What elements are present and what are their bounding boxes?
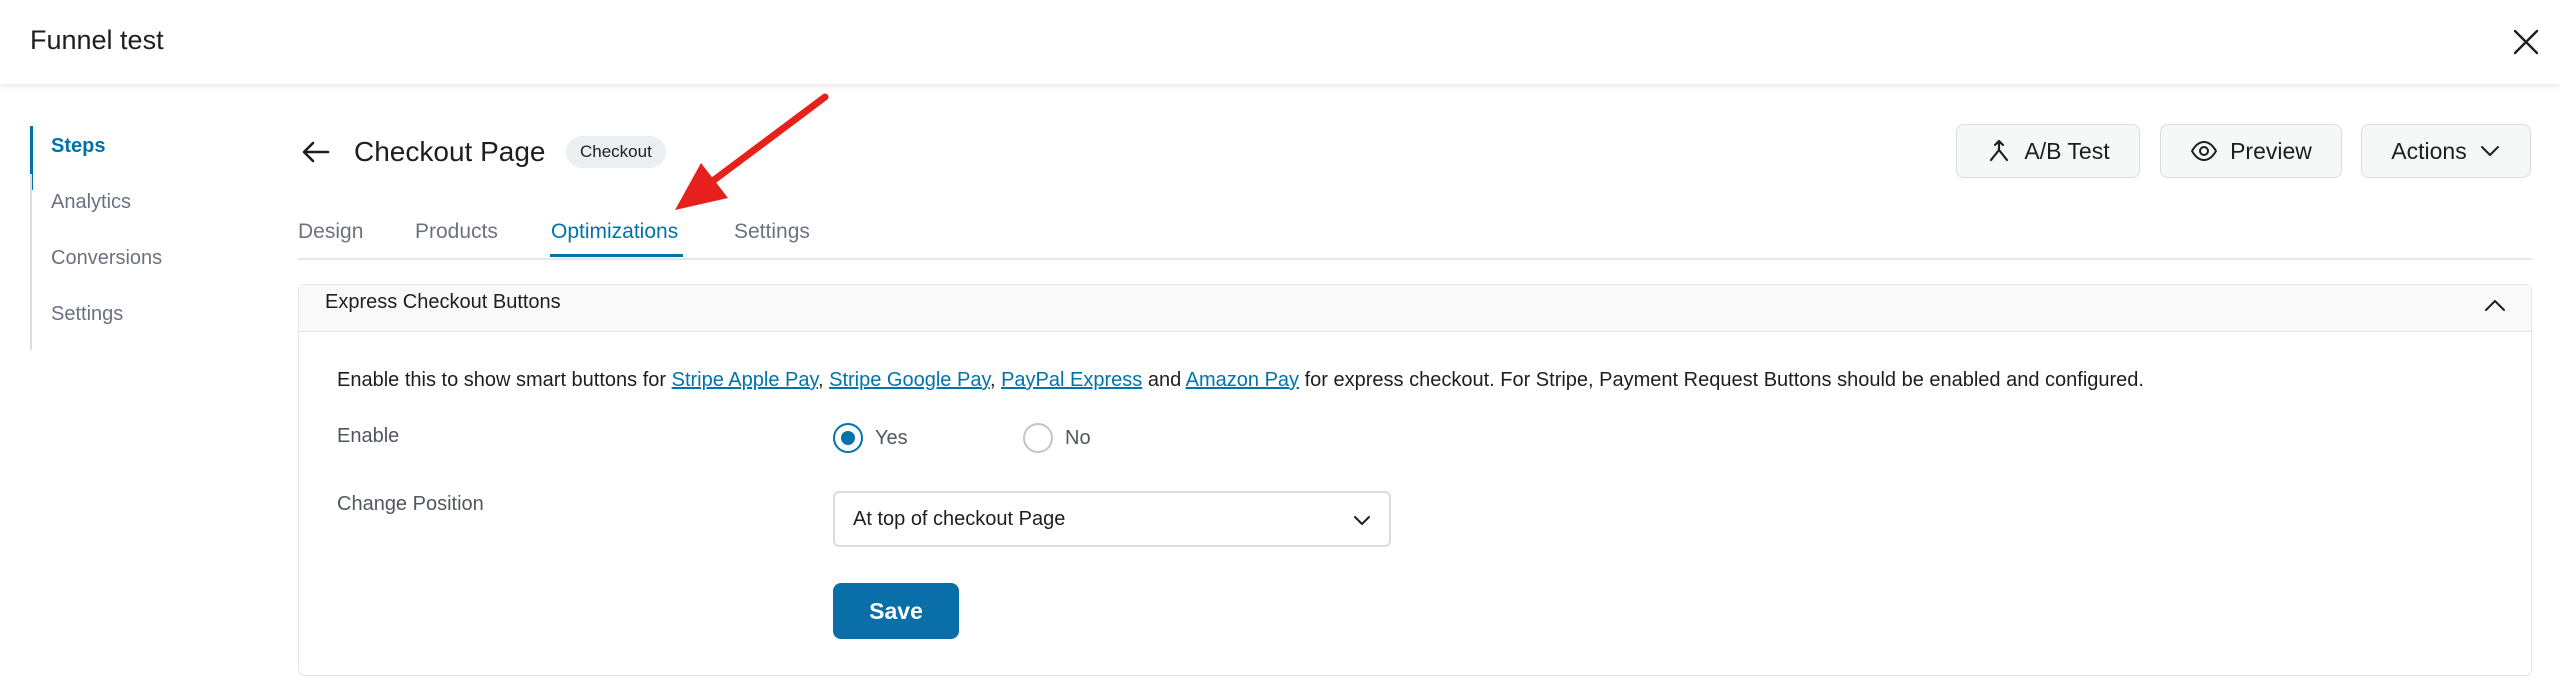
top-bar: Funnel test <box>0 0 2560 85</box>
ab-test-button[interactable]: A/B Test <box>1956 124 2140 178</box>
active-tab-indicator <box>550 254 683 257</box>
preview-label: Preview <box>2230 137 2312 164</box>
amazon-pay-link[interactable]: Amazon Pay <box>1186 369 1299 391</box>
arrow-left-icon <box>302 141 330 163</box>
panel-description: Enable this to show smart buttons for St… <box>337 369 2144 392</box>
sidebar-item-analytics[interactable]: Analytics <box>30 174 230 246</box>
split-icon <box>1990 139 2009 162</box>
paypal-express-link[interactable]: PayPal Express <box>1001 369 1142 391</box>
tabs-divider <box>298 258 2532 260</box>
radio-label-yes: Yes <box>875 426 908 449</box>
radio-checked-icon <box>833 423 863 453</box>
sidebar-item-settings[interactable]: Settings <box>30 286 230 350</box>
tab-design[interactable]: Design <box>298 220 363 244</box>
description-separator: and <box>1142 369 1186 391</box>
stripe-google-pay-link[interactable]: Stripe Google Pay <box>829 369 990 391</box>
chevron-down-icon <box>1354 516 1370 525</box>
change-position-label: Change Position <box>337 493 484 515</box>
chevron-up-icon[interactable] <box>2481 291 2509 319</box>
preview-button[interactable]: Preview <box>2160 124 2342 178</box>
enable-label: Enable <box>337 425 400 447</box>
eye-icon <box>2190 140 2218 162</box>
stripe-apple-pay-link[interactable]: Stripe Apple Pay <box>672 369 818 391</box>
panel-header[interactable]: Express Checkout Buttons <box>299 285 2531 332</box>
app-title: Funnel test <box>30 25 164 55</box>
radio-label-no: No <box>1065 426 1091 449</box>
position-select-value: At top of checkout Page <box>853 508 1066 530</box>
save-button[interactable]: Save <box>833 583 959 639</box>
description-separator: , <box>989 369 1002 391</box>
radio-unchecked-icon <box>1023 423 1053 453</box>
description-separator: , <box>818 369 830 391</box>
back-button[interactable] <box>298 134 334 170</box>
tab-settings[interactable]: Settings <box>734 220 810 244</box>
sidebar-item-conversions[interactable]: Conversions <box>30 230 230 302</box>
description-text: for express checkout. For Stripe, Paymen… <box>1299 369 2144 391</box>
tab-products[interactable]: Products <box>415 220 498 244</box>
enable-yes-radio[interactable]: Yes <box>833 423 908 453</box>
actions-label: Actions <box>2391 137 2467 164</box>
sidebar-nav: Steps Analytics Conversions Settings <box>30 126 230 350</box>
close-icon <box>2513 29 2539 55</box>
sidebar-item-steps[interactable]: Steps <box>30 126 230 190</box>
ab-test-label: A/B Test <box>2024 137 2110 164</box>
position-select[interactable]: At top of checkout Page <box>833 491 1391 547</box>
tab-optimizations[interactable]: Optimizations <box>551 220 678 244</box>
enable-no-radio[interactable]: No <box>1023 423 1091 453</box>
step-type-badge: Checkout <box>566 136 666 168</box>
close-button[interactable] <box>2508 24 2544 60</box>
actions-dropdown-button[interactable]: Actions <box>2361 124 2531 178</box>
description-text: Enable this to show smart buttons for <box>337 369 672 391</box>
chevron-down-icon <box>2480 146 2499 156</box>
panel-title: Express Checkout Buttons <box>325 291 561 313</box>
page-title: Checkout Page <box>354 136 546 167</box>
express-checkout-panel: Express Checkout Buttons Enable this to … <box>298 284 2532 676</box>
